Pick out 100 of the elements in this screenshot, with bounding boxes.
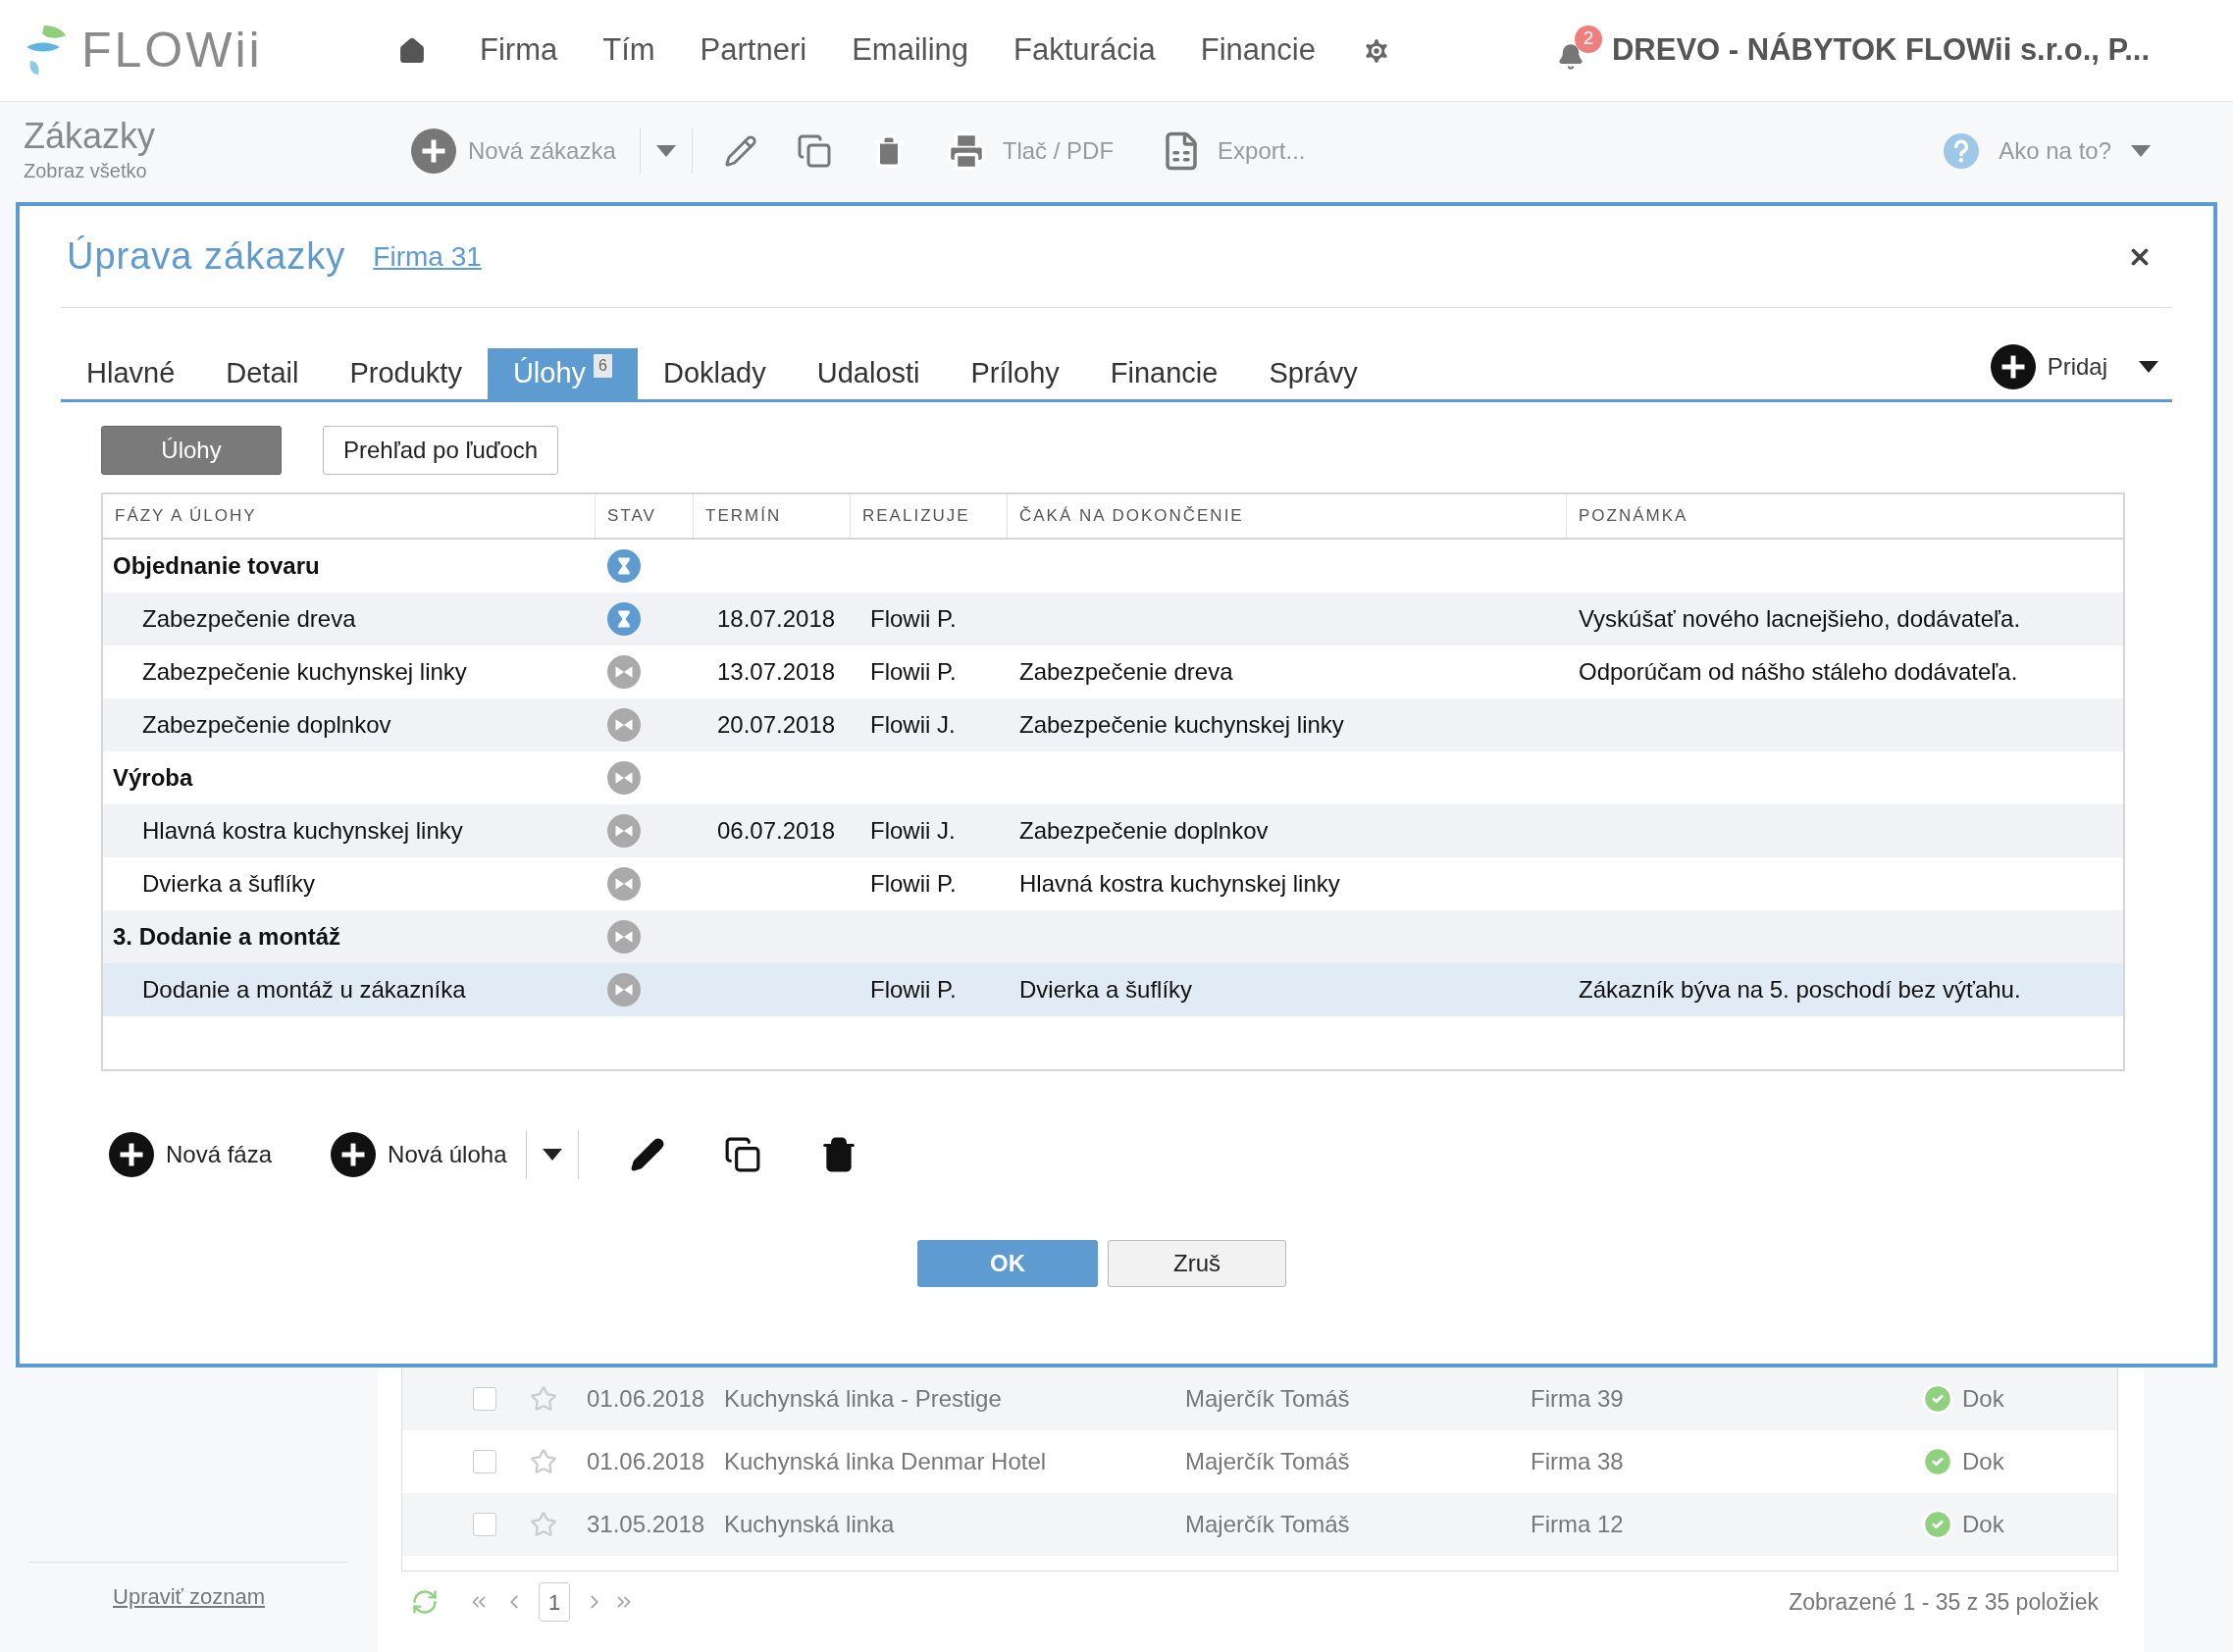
column-header: REALIZUJE [851,494,1008,538]
tab[interactable]: Prílohy [945,348,1085,399]
page-title: Zákazky [24,117,157,156]
task-name: Zabezpečenie doplnkov [141,710,392,740]
order-row[interactable]: 31.05.2018 Kuchynská linka Majerčík Tomáš Firma 12 Dok [402,1493,2117,1556]
column-header: STAV [596,494,694,538]
status-cell-text: Dok [1962,1510,2004,1539]
row-checkbox[interactable] [473,1513,496,1536]
task-name: Hlavná kostra kuchynskej linky [141,816,464,846]
dependency-cell: Hlavná kostra kuchynskej linky [1019,870,1340,897]
dropdown-button[interactable] [526,1130,580,1179]
date-cell: 20.07.2018 [717,711,836,738]
tab[interactable]: Udalosti [791,348,946,399]
caret-icon [543,1149,563,1161]
owner-cell-text: Majerčík Tomáš [1185,1447,1351,1476]
row-checkbox[interactable] [473,1450,496,1473]
logo-text: FLOWii [81,22,263,79]
new-task-button[interactable]: Nová úloha [331,1132,527,1177]
nav-link[interactable]: Partneri [700,27,807,74]
edit-icon[interactable] [630,1137,666,1172]
task-row[interactable]: Dodanie a montáž u zákazníka Flowii P. Dvierka a šuflíky Zákazník býva na 5. poschodí bez výťahu. [103,963,2123,1016]
plus-circle-icon [1990,344,2036,389]
date-cell-text: 31.05.2018 [587,1510,706,1539]
new-phase-button[interactable]: Nová fáza [109,1132,273,1177]
assignee-cell: Flowii J. [870,711,956,738]
order-row[interactable]: 01.06.2018 Kuchynská linka - Prestige Majerčík Tomáš Firma 39 Dok [402,1368,2117,1430]
nav-link[interactable]: Fakturácia [1013,27,1156,74]
nav-link[interactable]: Emailing [852,27,969,74]
view-toggle-button[interactable]: Prehľad po ľuďoch [323,426,559,475]
copy-icon[interactable] [724,1136,762,1173]
cancel-button[interactable]: Zruš [1108,1240,1286,1287]
page-number[interactable]: 1 [539,1582,570,1622]
company-name[interactable]: DREVO - NÁBYTOK FLOWii s.r.o., P... [1611,27,2150,74]
column-header: POZNÁMKA [1578,505,1689,528]
tab[interactable]: Správy [1243,348,1383,399]
date-cell-text: 01.06.2018 [587,1447,706,1476]
nav-link[interactable]: Firma [480,27,558,74]
caret-icon [655,145,676,157]
date-cell: 13.07.2018 [717,658,836,685]
tab[interactable]: Úlohy 6 [487,348,638,399]
add-button[interactable]: Pridaj [1990,344,2158,389]
assignee-cell: Flowii P. [870,605,957,632]
tab[interactable]: Produkty [324,348,488,399]
company-cell-text: Firma 12 [1531,1510,1625,1539]
plus-circle-icon [331,1132,377,1177]
row-checkbox[interactable] [473,1387,496,1411]
star-icon[interactable] [530,1448,557,1475]
phase-name: Výroba [112,763,194,793]
date-cell: 06.07.2018 [717,817,836,844]
printer-icon [945,130,987,172]
column-header: TERMÍN [694,494,851,538]
pagination-summary: Zobrazené 1 - 35 z 35 položiek [1789,1587,2099,1617]
task-name: Zabezpečenie kuchynskej linky [141,657,468,687]
dependency-cell: Zabezpečenie dreva [1019,658,1233,685]
home-icon[interactable] [397,35,427,66]
star-icon[interactable] [530,1511,557,1538]
order-name: Kuchynská linka Denmar Hotel [724,1447,1048,1476]
help-icon [1944,133,1980,169]
star-icon[interactable] [530,1385,557,1413]
task-row[interactable]: Zabezpečenie dreva 18.07.2018 Flowii P. Vyskúšať nového lacnejšieho, dodávateľa. [103,593,2123,645]
nav-link[interactable]: Financie [1200,27,1316,74]
edit-list-link[interactable]: Upraviť zoznam [113,1580,265,1613]
phase-name: 3. Dodanie a montáž [112,922,342,952]
order-name: Kuchynská linka [724,1510,896,1539]
view-toggle-button[interactable]: Úlohy [101,426,282,475]
task-row[interactable]: Zabezpečenie doplnkov 20.07.2018 Flowii J. Zabezpečenie kuchynskej linky [103,698,2123,751]
caret-icon [2139,361,2158,373]
tab[interactable]: Financie [1084,348,1244,399]
count-badge: 6 [594,354,612,378]
task-name: Zabezpečenie dreva [141,604,357,634]
owner-cell-text: Majerčík Tomáš [1185,1384,1351,1414]
dialog-title: Úprava zákazky [67,234,346,279]
bell-icon[interactable] [1556,42,1584,71]
order-name: Kuchynská linka - Prestige [724,1384,1003,1414]
note-cell: Vyskúšať nového lacnejšieho, dodávateľa. [1579,605,2021,632]
task-name: Dvierka a šuflíky [141,869,317,899]
dependency-cell: Zabezpečenie doplnkov [1019,817,1269,844]
nav-link[interactable]: Tím [602,27,655,74]
column-header: ČAKÁ NA DOKONČENIE [1008,494,1567,538]
task-row[interactable]: Hlavná kostra kuchynskej linky 06.07.2018 Flowii J. Zabezpečenie doplnkov [103,804,2123,857]
tab[interactable]: Hlavné [61,348,201,399]
phase-name: Objednanie tovaru [112,551,321,581]
assignee-cell: Flowii P. [870,870,957,897]
note-cell: Zákazník býva na 5. poschodí bez výťahu. [1579,976,2021,1003]
tab[interactable]: Doklady [637,348,792,399]
owner-cell-text: Majerčík Tomáš [1185,1510,1351,1539]
company-cell-text: Firma 39 [1531,1384,1625,1414]
assignee-cell: Flowii P. [870,658,957,685]
status-cell-text: Dok [1962,1384,2004,1414]
dependency-cell: Zabezpečenie kuchynskej linky [1019,711,1344,738]
column-header: FÁZY A ÚLOHY [103,494,596,538]
assignee-cell: Flowii P. [870,976,957,1003]
phase-row[interactable]: 3. Dodanie a montáž [103,910,2123,963]
company-cell-text: Firma 38 [1531,1447,1625,1476]
assignee-cell: Flowii J. [870,817,956,844]
caret-icon [2131,145,2151,157]
notification-badge: 2 [1574,25,1602,53]
dependency-cell: Dvierka a šuflíky [1019,976,1193,1003]
plus-circle-icon [411,129,456,174]
tab[interactable]: Detail [200,348,325,399]
